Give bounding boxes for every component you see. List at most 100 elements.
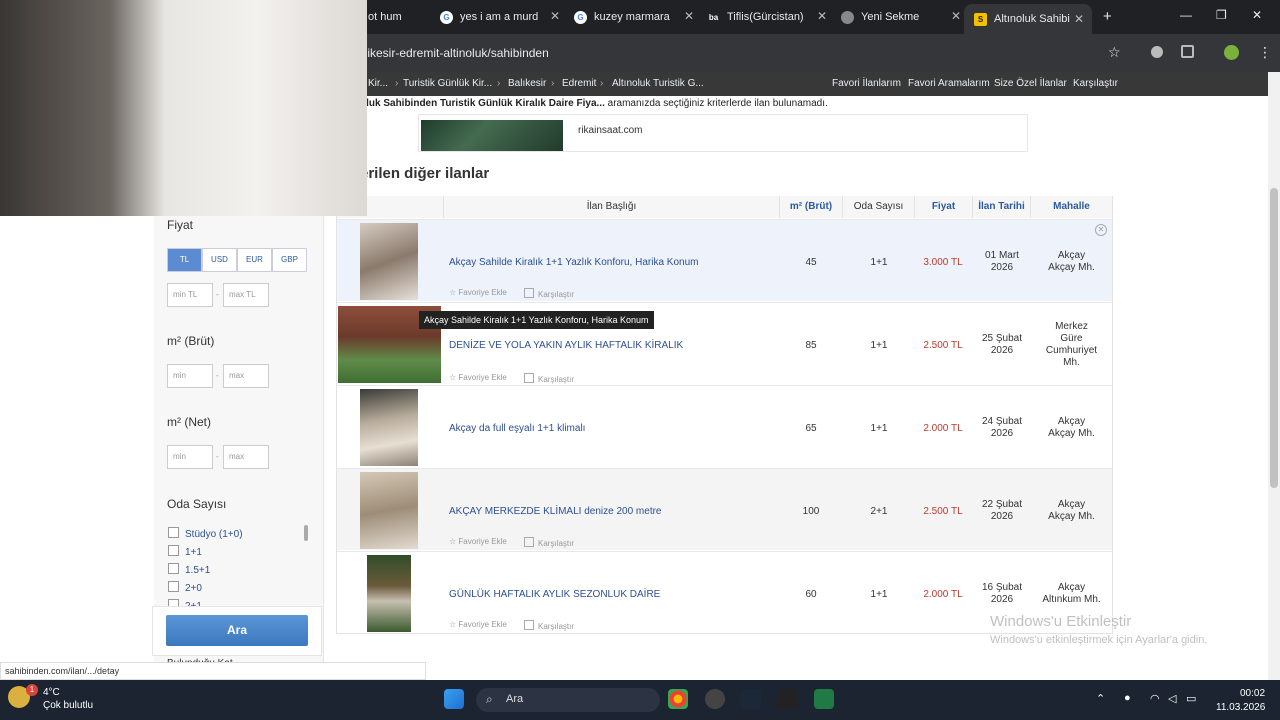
listing-area: Akçay Akçay Mh. [1048,499,1095,522]
scrollbar-thumb[interactable] [1270,188,1278,488]
minimize-icon[interactable]: — [1180,8,1192,22]
menu-icon[interactable]: ⋮ [1258,44,1272,61]
listing-title[interactable]: DENİZE VE YOLA YAKIN AYLIK HAFTALIK KİRA… [449,340,683,351]
user-link-compare[interactable]: Karşılaştır [1073,78,1118,89]
wifi-icon[interactable]: ◠ [1150,692,1160,705]
listing-title[interactable]: Akçay Sahilde Kiralık 1+1 Yazlık Konforu… [449,257,698,268]
close-icon[interactable]: ✕ [817,9,827,23]
volume-icon[interactable]: ◁ [1168,692,1176,705]
listing-thumbnail[interactable] [360,223,418,300]
tab-active[interactable]: S Altınoluk Sahibi ✕ [964,4,1092,34]
tray-chevron-icon[interactable]: ⌃ [1096,692,1105,705]
profile-avatar[interactable] [1224,45,1239,60]
table-row[interactable]: Akçay Sahilde Kiralık 1+1 Yazlık Konforu… [337,219,1112,301]
search-button[interactable]: Ara [166,615,308,646]
listing-date: 24 Şubat 2026 [981,416,1023,439]
compare-checkbox[interactable]: Karşılaştır [524,288,574,299]
room-option[interactable]: 1+1 [168,545,202,558]
chrome-icon[interactable] [668,689,688,709]
webcam-overlay [0,0,367,216]
room-option[interactable]: 1.5+1 [168,563,210,576]
listing-title[interactable]: Akçay da full eşyalı 1+1 klimalı [449,423,585,434]
battery-icon[interactable]: ▭ [1186,692,1196,705]
user-link-saved-searches[interactable]: Favori Aramalarım [908,78,990,89]
tab-5[interactable]: Yeni Sekme ✕ [841,6,961,28]
close-icon[interactable]: ✕ [1095,224,1107,236]
tab-4[interactable]: ba Tiflis(Gürcistan) ✕ [707,6,827,28]
extension-icon[interactable] [1151,46,1163,58]
room-option[interactable]: Stüdyo (1+0) [168,527,243,540]
rooms-scrollbar[interactable] [304,525,308,541]
ad-thumbnail[interactable] [421,120,563,151]
listing-rooms: 1+1 [870,589,888,600]
excel-icon[interactable] [814,689,834,709]
favorite-link[interactable]: ☆ Favoriye Ekle [449,537,507,546]
maximize-icon[interactable]: ❐ [1216,8,1227,22]
compare-checkbox[interactable]: Karşılaştır [524,373,574,384]
listing-date: 01 Mart 2026 [985,250,1019,273]
header-area[interactable]: Mahalle [1030,196,1112,218]
listing-thumbnail[interactable] [367,555,411,632]
header-m2[interactable]: m² (Brüt) [779,196,842,218]
compare-checkbox[interactable]: Karşılaştır [524,537,574,548]
favorite-link[interactable]: ☆ Favoriye Ekle [449,620,507,629]
header-date[interactable]: İlan Tarihi [972,196,1030,218]
app-icon[interactable] [705,689,725,709]
currency-eur[interactable]: EUR [237,248,272,272]
table-row[interactable]: AKÇAY MERKEZDE KLİMALI denize 200 metre … [337,468,1112,550]
listing-thumbnail[interactable] [360,472,418,549]
header-price[interactable]: Fiyat [914,196,972,218]
breadcrumb-item[interactable]: Kir... [368,78,388,89]
extensions-puzzle-icon[interactable] [1181,45,1194,58]
m2-net-max-input[interactable]: max [223,445,269,469]
chrome-icon [841,10,854,24]
ad-text[interactable]: rikainsaat.com [578,125,642,136]
currency-gbp[interactable]: GBP [272,248,307,272]
listing-title[interactable]: GÜNLÜK HAFTALIK AYLIK SEZONLUK DAİRE [449,589,660,600]
listing-title[interactable]: AKÇAY MERKEZDE KLİMALI denize 200 metre [449,506,662,517]
favorite-link[interactable]: ☆ Favoriye Ekle [449,288,507,297]
windows-start-icon[interactable] [444,689,464,709]
mic-icon[interactable]: ● [1124,692,1131,704]
room-option[interactable]: 2+0 [168,581,202,594]
tab-1[interactable]: ot hum [368,6,428,28]
breadcrumb-item[interactable]: Edremit [562,78,596,89]
user-link-for-you[interactable]: Size Özel İlanlar [994,78,1067,89]
epic-games-icon[interactable] [778,689,798,709]
listing-m2: 45 [805,257,817,268]
compare-checkbox[interactable]: Karşılaştır [524,620,574,631]
favorite-link[interactable]: ☆ Favoriye Ekle [449,373,507,382]
section-title: erilen diğer ilanlar [360,165,490,182]
taskbar-search[interactable] [476,688,660,712]
listing-thumbnail[interactable] [360,389,418,466]
table-row[interactable]: Akçay da full eşyalı 1+1 klimalı 65 1+1 … [337,385,1112,467]
min-price-input[interactable]: min TL [167,283,213,307]
close-icon[interactable]: ✕ [684,9,694,23]
m2-net-min-input[interactable]: min [167,445,213,469]
close-icon[interactable]: ✕ [1074,12,1084,26]
tab-3[interactable]: Gkuzey marmara ✕ [574,6,694,28]
close-icon[interactable]: ✕ [550,9,560,23]
header-title[interactable]: İlan Başlığı [443,196,779,218]
new-tab-icon[interactable]: + [1103,8,1112,25]
steam-icon[interactable] [741,689,761,709]
breadcrumb-sep: › [497,78,501,89]
m2-brut-min-input[interactable]: min [167,364,213,388]
listing-area: Merkez Güre Cumhuriyet Mh. [1045,321,1098,368]
window-close-icon[interactable]: ✕ [1252,8,1262,22]
breadcrumb-item[interactable]: Turistik Günlük Kir... [403,78,492,89]
close-icon[interactable]: ✕ [951,9,961,23]
m2-brut-max-input[interactable]: max [223,364,269,388]
breadcrumb-item[interactable]: Balıkesir [508,78,546,89]
breadcrumb-item[interactable]: Altınoluk Turistik G... [612,78,704,89]
status-url: sahibinden.com/ilan/.../detay [0,662,426,680]
currency-tl[interactable]: TL [167,248,202,272]
tab-2[interactable]: Gyes i am a murd ✕ [440,6,560,28]
currency-usd[interactable]: USD [202,248,237,272]
activation-watermark-sub: Windows'u etkinleştirmek için Ayarlar'a … [990,634,1208,646]
max-price-input[interactable]: max TL [223,283,269,307]
header-rooms[interactable]: Oda Sayısı [842,196,914,218]
user-link-favorites[interactable]: Favori İlanlarım [832,78,901,89]
url-field[interactable]: alikesir-edremit-altinoluk/sahibinden [358,41,1128,65]
bookmark-star-icon[interactable]: ☆ [1108,44,1121,61]
